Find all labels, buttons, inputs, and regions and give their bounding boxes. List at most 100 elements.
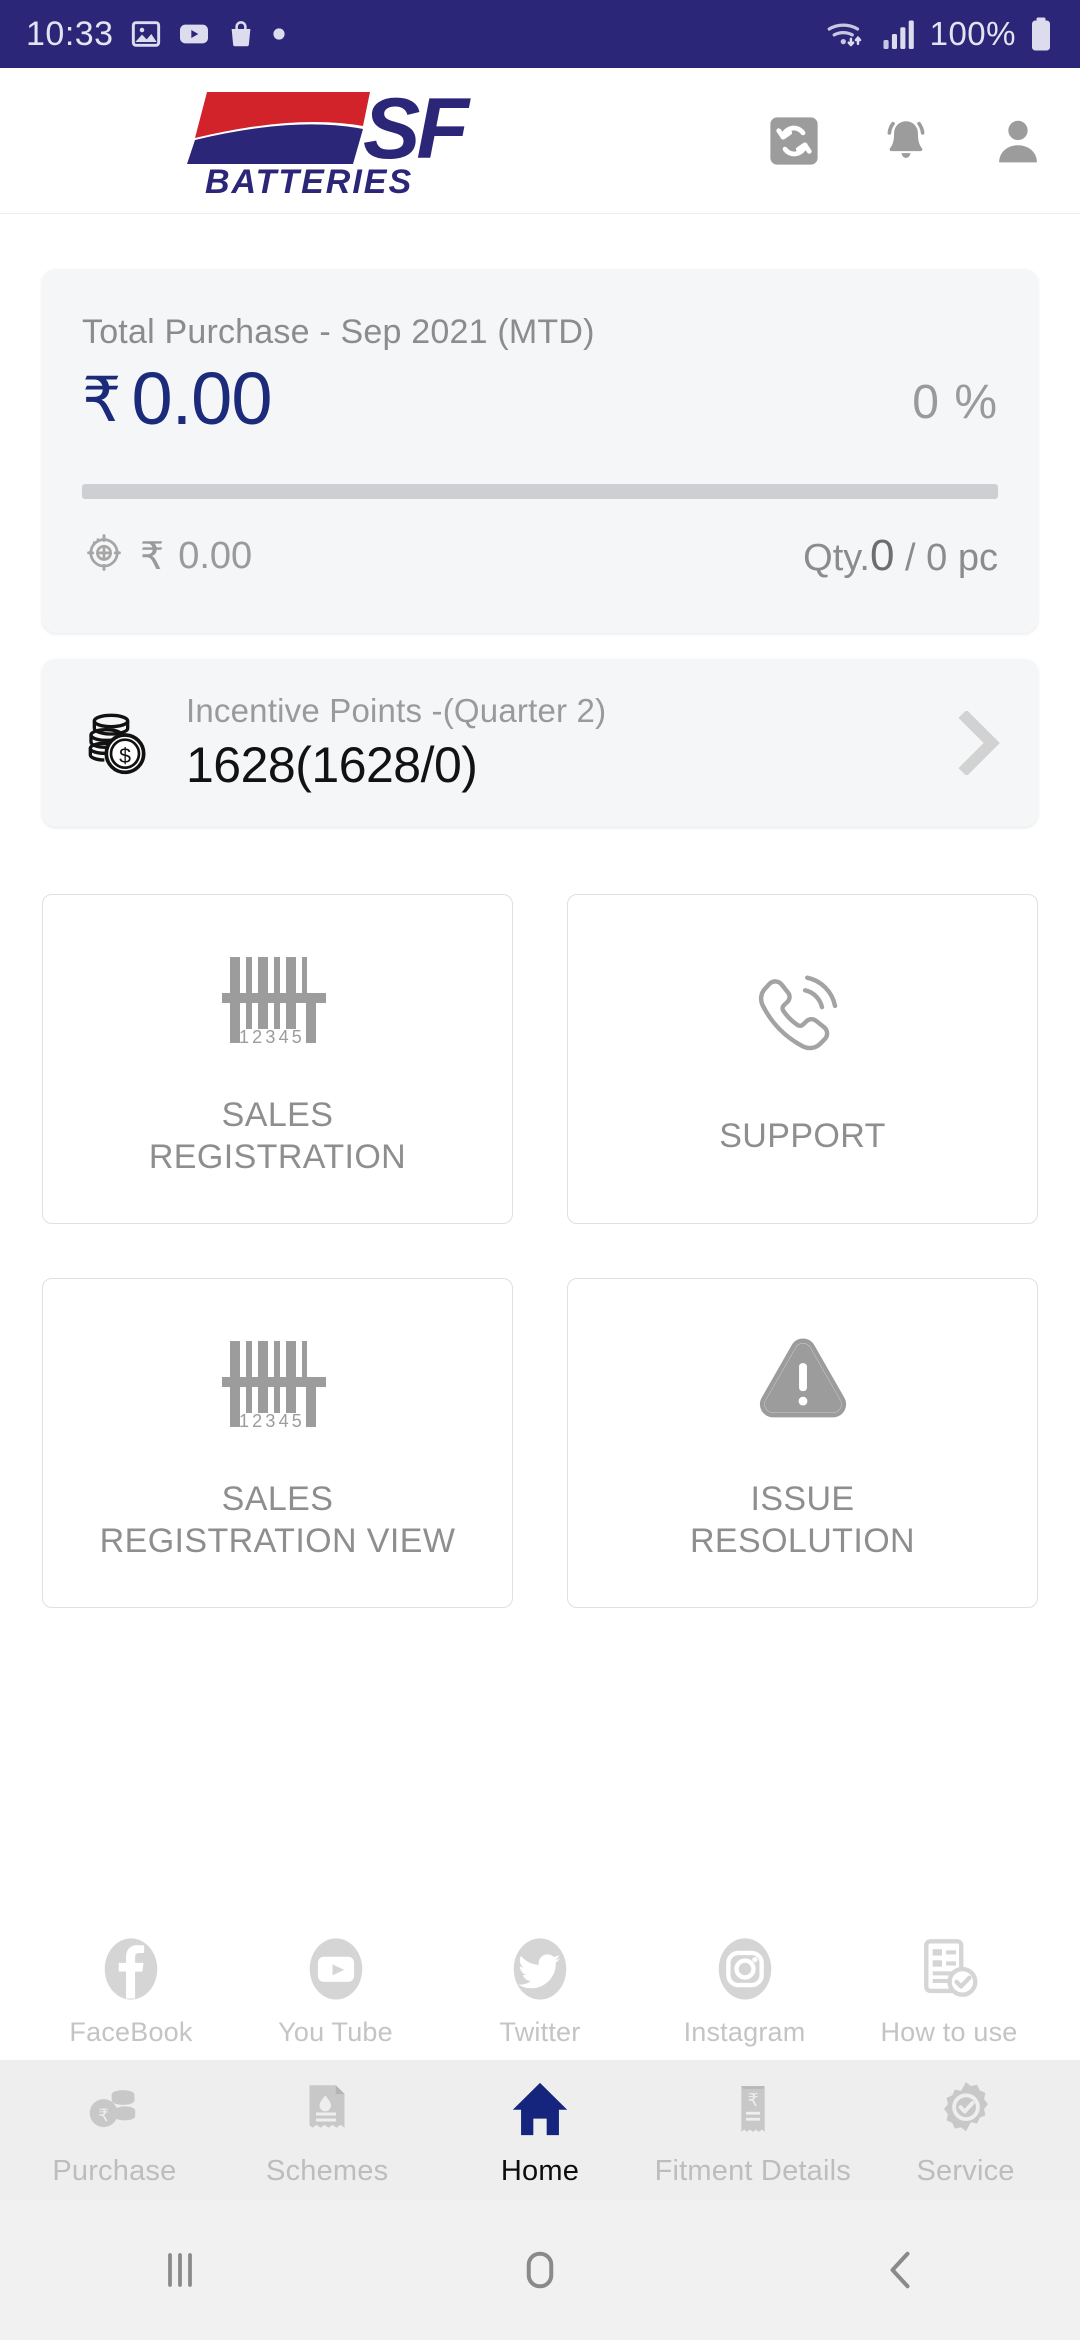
qty-total: 0 pc	[926, 537, 998, 579]
nav-item-home[interactable]: Home	[440, 2073, 640, 2188]
incentive-label: Incentive Points -(Quarter 2)	[186, 692, 607, 729]
tile-label: SALES REGISTRATION VIEW	[100, 1479, 456, 1562]
tile-label-line1: SUPPORT	[719, 1116, 886, 1155]
tile-label: SALES REGISTRATION	[149, 1095, 406, 1178]
nav-item-fitment-details[interactable]: ₹ Fitment Details	[653, 2073, 853, 2188]
tile-issue-resolution[interactable]: ISSUE RESOLUTION	[567, 1278, 1038, 1608]
schemes-document-icon	[297, 2073, 357, 2145]
svg-text:₹: ₹	[747, 2090, 758, 2110]
tile-sales-registration-view[interactable]: 12345 SALES REGISTRATION VIEW	[42, 1278, 513, 1608]
social-label: Instagram	[683, 2017, 806, 2047]
social-links-row: FaceBook You Tube Twitter Instagram How …	[42, 1933, 1038, 2048]
shopping-bag-icon	[226, 18, 256, 50]
social-label: You Tube	[278, 2017, 393, 2047]
notification-bell-icon[interactable]	[878, 113, 934, 169]
target-amount: 0.00	[178, 534, 253, 577]
youtube-icon	[178, 18, 210, 50]
purchase-target: ₹ 0.00	[82, 529, 252, 583]
social-link-twitter[interactable]: Twitter	[465, 1933, 615, 2048]
phone-call-icon	[744, 961, 862, 1086]
target-currency: ₹	[140, 535, 165, 578]
incentive-text-group: Incentive Points -(Quarter 2) 1628(1628/…	[186, 692, 606, 794]
incentive-points-card[interactable]: $ Incentive Points -(Quarter 2) 1628(162…	[42, 659, 1038, 827]
tile-label: ISSUE RESOLUTION	[690, 1479, 915, 1562]
receipt-icon: ₹	[725, 2073, 781, 2145]
barcode-icon: 12345	[218, 940, 338, 1065]
purchase-amount: 0.00	[131, 357, 272, 440]
nav-label: Purchase	[52, 2154, 177, 2187]
dot-icon	[272, 27, 286, 41]
svg-text:12345: 12345	[238, 1411, 304, 1431]
nav-item-schemes[interactable]: Schemes	[227, 2073, 427, 2188]
youtube-icon	[300, 1933, 372, 2005]
action-tiles-grid: 12345 SALES REGISTRATION SUPPORT 12345 S…	[42, 894, 1038, 1608]
tile-support[interactable]: SUPPORT	[567, 894, 1038, 1224]
tile-label-line1: ISSUE	[750, 1480, 855, 1519]
android-navigation-bar	[0, 2200, 1080, 2340]
rupee-symbol: ₹	[82, 366, 122, 435]
status-bar-right: 100%	[826, 15, 1054, 53]
home-circle-icon[interactable]	[480, 2225, 600, 2315]
nav-label: Fitment Details	[654, 2154, 851, 2187]
purchase-amount-row: ₹ 0.00 0 %	[82, 362, 998, 436]
signal-icon	[882, 17, 918, 51]
service-badge-icon	[935, 2073, 997, 2145]
incentive-value: 1628(1628/0)	[186, 737, 478, 793]
target-icon	[82, 529, 126, 583]
back-icon[interactable]	[840, 2225, 960, 2315]
tile-sales-registration[interactable]: 12345 SALES REGISTRATION	[42, 894, 513, 1224]
purchase-quantity: Qty.0 / 0 pc	[803, 531, 998, 581]
coins-icon: ₹	[83, 2073, 145, 2145]
purchase-progress-bar	[82, 484, 998, 499]
nav-label: Home	[500, 2154, 580, 2187]
nav-item-purchase[interactable]: ₹ Purchase	[14, 2073, 214, 2188]
barcode-icon: 12345	[218, 1324, 338, 1449]
social-link-instagram[interactable]: Instagram	[670, 1933, 820, 2048]
bottom-navigation: ₹ Purchase Schemes Home ₹ Fitment Detail…	[0, 2060, 1080, 2200]
app-header: SF BATTERIES	[0, 68, 1080, 214]
svg-text:$: $	[119, 744, 131, 768]
social-link-how-to-use[interactable]: How to use	[874, 1933, 1024, 2048]
status-bar-clock: 10:33	[26, 14, 114, 53]
social-label: Twitter	[499, 2017, 581, 2047]
twitter-icon	[504, 1933, 576, 2005]
recents-icon[interactable]	[120, 2225, 240, 2315]
home-icon	[508, 2073, 572, 2145]
how-to-use-icon	[913, 1933, 985, 2005]
qty-prefix: Qty.	[803, 537, 870, 579]
coins-icon: $	[78, 700, 164, 786]
status-bar-left: 10:33	[26, 15, 286, 54]
facebook-icon	[95, 1933, 167, 2005]
warning-triangle-icon	[744, 1324, 862, 1449]
battery-icon	[1028, 16, 1054, 52]
battery-percent-label: 100%	[929, 15, 1016, 52]
status-bar: 10:33 100%	[0, 0, 1080, 68]
tile-label: SUPPORT	[719, 1116, 886, 1157]
tile-label-line2: RESOLUTION	[689, 1521, 916, 1560]
nav-label: Schemes	[266, 2154, 389, 2187]
social-label: How to use	[880, 2017, 1018, 2047]
purchase-footer-row: ₹ 0.00 Qty.0 / 0 pc	[82, 529, 998, 583]
sync-icon[interactable]	[766, 113, 822, 169]
svg-text:₹: ₹	[99, 2105, 110, 2124]
purchase-percent: 0 %	[912, 376, 998, 429]
total-purchase-card[interactable]: Total Purchase - Sep 2021 (MTD) ₹ 0.00 0…	[42, 269, 1038, 633]
qty-current: 0	[870, 531, 895, 580]
app-root: 10:33 100% SF BATTERIES Total Purchase -…	[0, 0, 1080, 2340]
instagram-icon	[709, 1933, 781, 2005]
qty-separator: /	[894, 537, 927, 579]
svg-text:12345: 12345	[238, 1027, 304, 1047]
social-label: FaceBook	[69, 2017, 193, 2047]
profile-icon[interactable]	[990, 113, 1046, 169]
tile-label-line1: SALES	[221, 1480, 334, 1519]
tile-label-line2: REGISTRATION	[148, 1137, 407, 1176]
social-link-facebook[interactable]: FaceBook	[56, 1933, 206, 2048]
gallery-icon	[130, 18, 162, 50]
main-content: Total Purchase - Sep 2021 (MTD) ₹ 0.00 0…	[0, 214, 1080, 2060]
purchase-card-title: Total Purchase - Sep 2021 (MTD)	[82, 313, 595, 351]
app-header-actions	[766, 113, 1046, 169]
wifi-icon	[826, 16, 870, 52]
social-link-youtube[interactable]: You Tube	[261, 1933, 411, 2048]
chevron-right-icon[interactable]	[948, 708, 1008, 778]
nav-item-service[interactable]: Service	[866, 2073, 1066, 2188]
